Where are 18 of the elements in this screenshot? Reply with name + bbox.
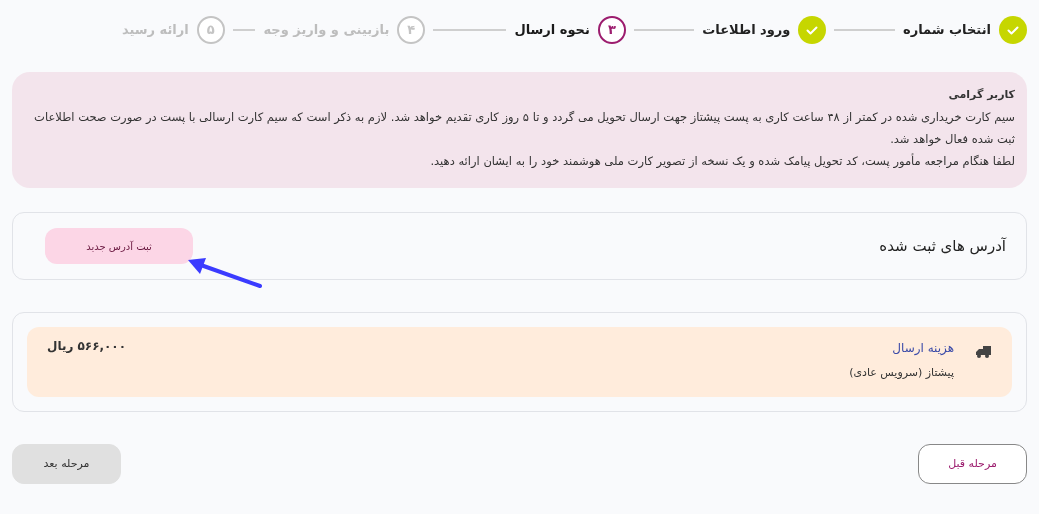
step-label: نحوه ارسال	[514, 21, 590, 40]
step-number: ۳	[597, 16, 626, 44]
addresses-title: آدرس های ثبت شده	[879, 235, 1006, 257]
shipping-title: هزینه ارسال	[891, 340, 954, 357]
step-label: ورود اطلاعات	[702, 21, 791, 40]
arrow-icon	[186, 256, 264, 290]
step-label: بازبینی و واریز وجه	[263, 21, 390, 40]
notice-text: لطفا هنگام مراجعه مأمور پست، کد تحویل پیامک شده و یک نسخه از تصویر کارت ملی هوشمند خود را به ایشان ارائه دهید.	[429, 152, 1015, 170]
shipping-price: ۵۶۶,۰۰۰ ریال	[47, 338, 127, 355]
previous-step-button[interactable]: مرحله قبل	[918, 444, 1027, 484]
new-address-button[interactable]: ثبت آدرس جدید	[45, 228, 193, 264]
notice-text: سیم کارت خریداری شده در کمتر از ۴۸ ساعت کاری به پست پیشتاز جهت ارسال تحویل می گردد و تا ۵ روز کاری تقدیم خواهد شد. لازم به ذکر است که سیم کارت ارسالی با پست در صورت صحت اطلاعات ثبت شده فعال خواهد شد.	[33, 109, 1015, 148]
shipping-method: پیشتاز (سرویس عادی)	[849, 365, 954, 381]
notice-title: کاربر گرامی	[947, 87, 1015, 103]
step-label: ارائه رسید	[121, 21, 189, 40]
step-label: انتخاب شماره	[902, 21, 991, 40]
step-number: ۵	[196, 16, 225, 44]
step-number: ۴	[397, 16, 426, 44]
